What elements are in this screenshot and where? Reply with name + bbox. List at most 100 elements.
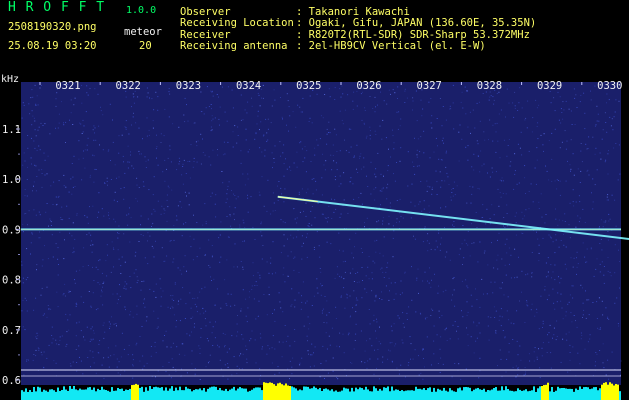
noise-dot — [492, 96, 494, 98]
level-bar — [23, 391, 25, 400]
noise-dot — [272, 192, 274, 194]
noise-dot — [107, 254, 108, 256]
noise-dot — [202, 138, 203, 140]
noise-dot — [70, 178, 72, 180]
noise-dot — [489, 96, 491, 98]
noise-dot — [613, 116, 615, 118]
noise-dot — [517, 367, 519, 369]
noise-dot — [557, 91, 559, 93]
noise-dot — [178, 126, 180, 128]
level-bar — [443, 387, 445, 400]
level-bar — [175, 387, 177, 400]
noise-dot — [531, 252, 533, 253]
noise-dot — [186, 270, 187, 272]
noise-dot — [506, 204, 508, 206]
noise-dot — [130, 311, 132, 313]
noise-dot — [134, 255, 136, 257]
noise-dot — [34, 129, 36, 131]
level-bar — [507, 389, 509, 400]
noise-dot — [479, 241, 481, 243]
noise-dot — [352, 108, 354, 110]
noise-dot — [608, 150, 609, 152]
noise-dot — [497, 268, 499, 270]
noise-dot — [35, 105, 37, 106]
noise-dot — [184, 97, 186, 99]
noise-dot — [125, 120, 127, 122]
noise-dot — [141, 326, 143, 327]
noise-dot — [274, 348, 276, 350]
noise-dot — [306, 256, 308, 258]
level-bar — [313, 386, 315, 400]
noise-dot — [144, 257, 146, 259]
noise-dot — [146, 87, 148, 89]
noise-dot — [92, 351, 94, 353]
noise-dot — [308, 353, 309, 355]
noise-dot — [184, 318, 186, 319]
noise-dot — [40, 122, 42, 124]
noise-dot — [603, 266, 605, 267]
noise-dot — [431, 127, 433, 129]
noise-dot — [320, 115, 322, 117]
noise-dot — [586, 261, 588, 263]
noise-dot — [93, 330, 94, 332]
noise-dot — [367, 186, 369, 187]
noise-dot — [600, 158, 602, 160]
noise-dot — [109, 325, 111, 327]
noise-dot — [519, 147, 521, 149]
noise-dot — [219, 261, 221, 263]
noise-dot — [296, 151, 298, 153]
noise-dot — [287, 275, 289, 277]
level-bar — [267, 383, 269, 400]
noise-dot — [132, 364, 134, 366]
noise-dot — [439, 98, 441, 99]
noise-dot — [80, 296, 82, 298]
noise-dot — [51, 342, 53, 344]
noise-dot — [118, 135, 120, 137]
level-bar — [469, 387, 471, 400]
noise-dot — [226, 351, 228, 353]
noise-dot — [335, 306, 337, 308]
level-bar — [395, 389, 397, 400]
noise-dot — [240, 308, 242, 310]
noise-dot — [366, 367, 368, 369]
level-bar — [103, 389, 105, 400]
noise-dot — [280, 187, 282, 189]
noise-dot — [573, 205, 575, 207]
noise-dot — [305, 215, 307, 217]
noise-dot — [436, 194, 438, 195]
noise-dot — [178, 300, 179, 302]
level-bar — [275, 385, 277, 400]
noise-dot — [603, 367, 605, 369]
noise-dot — [258, 300, 260, 302]
noise-dot — [433, 325, 435, 327]
noise-dot — [452, 195, 454, 197]
noise-dot — [75, 349, 77, 350]
noise-dot — [619, 173, 621, 175]
noise-dot — [538, 201, 540, 203]
noise-dot — [337, 378, 339, 380]
level-bar — [491, 389, 493, 400]
noise-dot — [278, 341, 280, 343]
noise-dot — [129, 276, 131, 277]
noise-dot — [410, 217, 412, 219]
noise-dot — [210, 104, 212, 105]
noise-dot — [263, 134, 265, 136]
noise-dot — [556, 301, 558, 303]
noise-dot — [414, 173, 416, 175]
noise-dot — [74, 282, 76, 284]
noise-dot — [573, 257, 575, 259]
noise-dot — [602, 362, 604, 364]
noise-dot — [533, 360, 535, 362]
noise-dot — [444, 329, 446, 331]
noise-dot — [584, 256, 586, 258]
noise-dot — [344, 271, 346, 273]
noise-dot — [569, 352, 571, 353]
noise-dot — [189, 160, 191, 162]
noise-dot — [336, 377, 338, 378]
noise-dot — [378, 378, 380, 380]
noise-dot — [459, 124, 461, 126]
noise-dot — [55, 105, 57, 107]
noise-dot — [124, 285, 126, 287]
noise-dot — [478, 377, 480, 379]
noise-dot — [155, 148, 157, 150]
